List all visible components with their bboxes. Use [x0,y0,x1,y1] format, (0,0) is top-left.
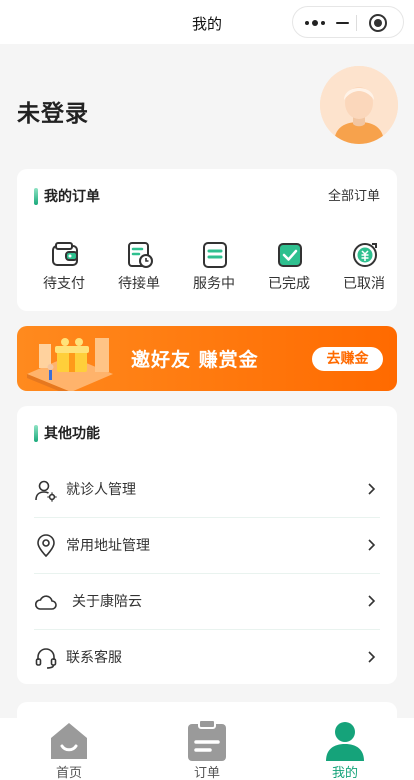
list-item-label: 常用地址管理 [66,538,150,554]
more-options-icon[interactable] [305,20,327,26]
clipboard-icon [188,720,226,761]
order-status-label: 服务中 [193,276,235,292]
order-status-label: 已取消 [343,276,385,292]
tab-orders[interactable]: 订单 [167,718,247,780]
tab-label: 首页 [55,766,82,780]
order-status-label: 待接单 [118,276,160,292]
order-status-pending-accept[interactable]: 待接单 [109,241,169,293]
in-service-icon [203,242,227,268]
functions-title: 其他功能 [34,424,100,444]
list-item-label: 关于康陪云 [72,594,142,610]
functions-list: 就诊人管理 常用地址管理 关于康陪云 联系客服 [17,462,397,686]
completed-check-icon [278,243,302,267]
orders-card: 我的订单 全部订单 待支付 待接单 服务中 已完成 已取消 [17,169,397,311]
default-avatar-icon [320,66,398,144]
functions-card: 其他功能 就诊人管理 常用地址管理 关于康陪云 联系客服 [17,406,397,684]
navigation-bar: 我的 [0,0,414,44]
chevron-right-icon [368,651,376,663]
patient-settings-icon [35,480,57,502]
tab-mine[interactable]: 我的 [305,718,385,780]
all-orders-link[interactable]: 全部订单 [328,187,380,207]
chevron-right-icon [368,539,376,551]
minimize-icon[interactable] [336,22,349,24]
gift-box-illustration [27,338,113,391]
order-status-cancelled[interactable]: 已取消 [334,241,394,293]
list-item-address-management[interactable]: 常用地址管理 [34,518,380,574]
order-status-label: 已完成 [268,276,310,292]
location-pin-icon [37,534,55,558]
order-status-completed[interactable]: 已完成 [259,241,319,293]
tab-label: 我的 [331,766,358,780]
list-item-about[interactable]: 关于康陪云 [34,574,380,630]
avatar[interactable] [320,66,398,144]
headset-icon [35,648,57,669]
login-status[interactable]: 未登录 [17,94,89,128]
list-item-patient-management[interactable]: 就诊人管理 [34,462,380,518]
capsule-divider [356,15,357,31]
order-status-row: 待支付 待接单 服务中 已完成 已取消 [17,241,397,293]
home-icon [51,723,87,759]
tab-home[interactable]: 首页 [29,718,109,780]
order-status-label: 待支付 [43,276,85,292]
orders-title: 我的订单 [34,187,100,207]
list-item-label: 联系客服 [66,650,122,666]
mini-program-capsule [292,6,404,38]
earn-reward-button[interactable]: 去赚金 [312,347,383,371]
wallet-icon [52,242,78,266]
order-status-pending-payment[interactable]: 待支付 [34,241,94,293]
order-status-in-service[interactable]: 服务中 [184,241,244,293]
pending-order-icon [128,242,153,268]
user-icon [326,722,364,761]
banner-text: 邀好友 赚赏金 [131,349,259,371]
chevron-right-icon [368,595,376,607]
list-item-customer-service[interactable]: 联系客服 [34,630,380,686]
cloud-icon [34,595,57,610]
invite-banner[interactable]: 邀好友 赚赏金 去赚金 [17,326,397,391]
list-item-label: 就诊人管理 [66,482,136,498]
chevron-right-icon [368,483,376,495]
cancelled-refund-icon [353,243,377,267]
close-program-icon[interactable] [369,14,387,32]
tab-label: 订单 [193,766,220,780]
tab-bar: 首页 订单 我的 [0,718,414,780]
